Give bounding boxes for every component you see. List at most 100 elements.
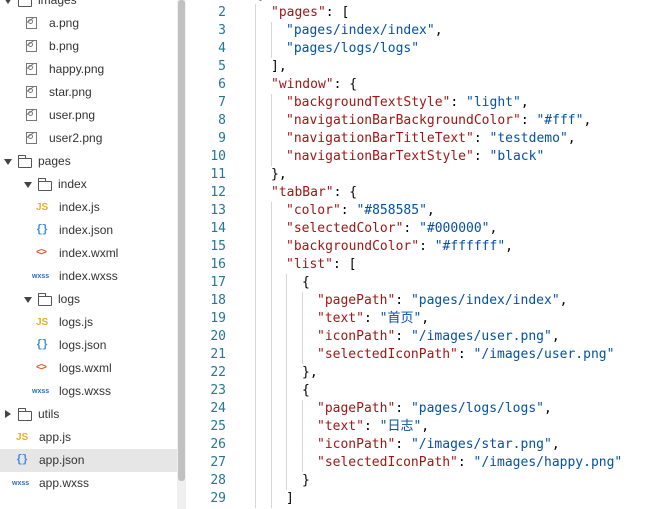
tree-item-images[interactable]: images [0,0,177,12]
code-line[interactable]: 16 "list": [ [186,256,648,274]
code-text: "list": [ [286,256,356,274]
indent-guide [271,454,272,472]
code-text: "pagePath": "pages/index/index", [317,292,567,310]
tree-item-happy-png[interactable]: happy.png [0,58,177,81]
chevron-down-icon[interactable] [4,159,12,165]
json-punctuation: , [421,419,430,434]
tree-item-logs-wxss[interactable]: wxss logs.wxss [0,380,177,403]
code-line[interactable]: 20 "iconPath": "/images/user.png", [186,328,648,346]
code-editor[interactable]: 1{2"pages": [3"pages/index/index",4"page… [186,0,648,509]
tree-item-label: user2.png [49,131,103,145]
chevron-right-icon[interactable] [5,410,11,418]
indent-guide [286,418,287,436]
json-key: "pagePath" [317,401,396,416]
code-line[interactable]: 13 "color": "#858585", [186,202,648,220]
line-number: 4 [218,41,226,56]
tree-item-logs[interactable]: logs [0,288,177,311]
tree-item-pages[interactable]: pages [0,150,177,173]
tree-item-index-wxml[interactable]: <> index.wxml [0,242,177,265]
code-line[interactable]: 14 "selectedColor": "#000000", [186,220,648,238]
code-text: "text": "首页", [317,310,429,328]
json-string: "black" [489,149,545,164]
indent-guide [302,418,303,436]
code-line[interactable]: 23 { [186,382,648,400]
json-punctuation: : [473,131,490,146]
tree-item-label: logs [58,292,81,306]
code-line[interactable]: 11}, [186,166,648,184]
code-line[interactable]: 21 "selectedIconPath": "/images/user.png" [186,346,648,364]
tree-item-index[interactable]: index [0,173,177,196]
indent-guide [271,310,272,328]
scrollbar-thumb[interactable] [178,0,185,481]
json-key: "selectedIconPath" [317,347,458,362]
tree-item-utils[interactable]: utils [0,403,177,426]
tree-item-star-png[interactable]: star.png [0,81,177,104]
tree-item-index-wxss[interactable]: wxss index.wxss [0,265,177,288]
indent-guide [271,418,272,436]
code-line[interactable]: 18 "pagePath": "pages/index/index", [186,292,648,310]
code-line[interactable]: 6 "window": { [186,76,648,94]
chevron-down-icon[interactable] [24,297,32,303]
code-text: "backgroundColor": "#ffffff", [286,238,513,256]
code-line[interactable]: 24 "pagePath": "pages/logs/logs", [186,400,648,418]
json-punctuation: : { [333,185,358,200]
json-punctuation: , [551,329,560,344]
indent-guide [271,328,272,346]
code-line[interactable]: 17 { [186,274,648,292]
file-explorer: images a.png b.png happy.png star.png user.pn… [0,0,177,509]
tree-item-app-wxss[interactable]: wxss app.wxss [0,472,177,495]
tree-item-app-json[interactable]: {} app.json [0,449,177,472]
image-file-icon [26,109,37,121]
code-line[interactable]: 2 "pages": [ [186,4,648,22]
tree-item-user-png[interactable]: user.png [0,104,177,127]
code-line[interactable]: 9 "navigationBarTitleText": "testdemo", [186,130,648,148]
js-file-icon: JS [16,432,29,443]
code-line[interactable]: 7 "backgroundTextStyle": "light", [186,94,648,112]
file-explorer-scrollbar[interactable] [177,0,186,509]
json-file-icon: {} [36,339,48,351]
json-key: "navigationBarTextStyle" [286,149,474,164]
tree-item-user2-png[interactable]: user2.png [0,127,177,150]
tree-item-index-json[interactable]: {} index.json [0,219,177,242]
tree-item-logs-json[interactable]: {} logs.json [0,334,177,357]
tree-item-app-js[interactable]: JS app.js [0,426,177,449]
indent-guide [302,346,303,364]
code-text: "color": "#858585", [286,202,435,220]
code-line[interactable]: 25 "text": "日志", [186,418,648,436]
code-line[interactable]: 10 "navigationBarTextStyle": "black" [186,148,648,166]
code-line[interactable]: 29] [186,490,648,508]
line-number: 29 [210,491,226,506]
line-number: 14 [210,221,226,236]
wxml-file-icon: <> [36,248,47,259]
tree-item-label: star.png [49,85,92,99]
chevron-down-icon[interactable] [24,182,32,188]
tree-item-logs-js[interactable]: JS logs.js [0,311,177,334]
indent-guide [271,40,272,58]
code-line[interactable]: 28} [186,472,648,490]
code-line[interactable]: 26 "iconPath": "/images/star.png", [186,436,648,454]
code-line[interactable]: 15 "backgroundColor": "#ffffff", [186,238,648,256]
code-line[interactable]: 27 "selectedIconPath": "/images/happy.png… [186,454,648,472]
tree-item-b-png[interactable]: b.png [0,35,177,58]
json-key: "pages" [271,5,326,20]
json-punctuation: : [ [332,257,357,272]
code-line[interactable]: 22}, [186,364,648,382]
code-line[interactable]: 5], [186,58,648,76]
json-punctuation: , [489,221,498,236]
chevron-down-icon[interactable] [4,0,12,4]
json-key: "backgroundTextStyle" [286,95,451,110]
code-line[interactable]: 4 "pages/logs/logs" [186,40,648,58]
indent-guide [286,346,287,364]
json-key: "backgroundColor" [286,239,420,254]
tree-item-a-png[interactable]: a.png [0,12,177,35]
tree-item-logs-wxml[interactable]: <> logs.wxml [0,357,177,380]
code-line[interactable]: 8 "navigationBarBackgroundColor": "#fff", [186,112,648,130]
wxss-file-icon: wxss [12,480,30,487]
code-line[interactable]: 3 "pages/index/index", [186,22,648,40]
tree-item-label: logs.wxss [59,384,112,398]
code-line[interactable]: 12 "tabBar": { [186,184,648,202]
tree-item-index-js[interactable]: JS index.js [0,196,177,219]
json-key: "window" [271,77,334,92]
tree-item-label: logs.wxml [59,361,112,375]
code-line[interactable]: 19 "text": "首页", [186,310,648,328]
